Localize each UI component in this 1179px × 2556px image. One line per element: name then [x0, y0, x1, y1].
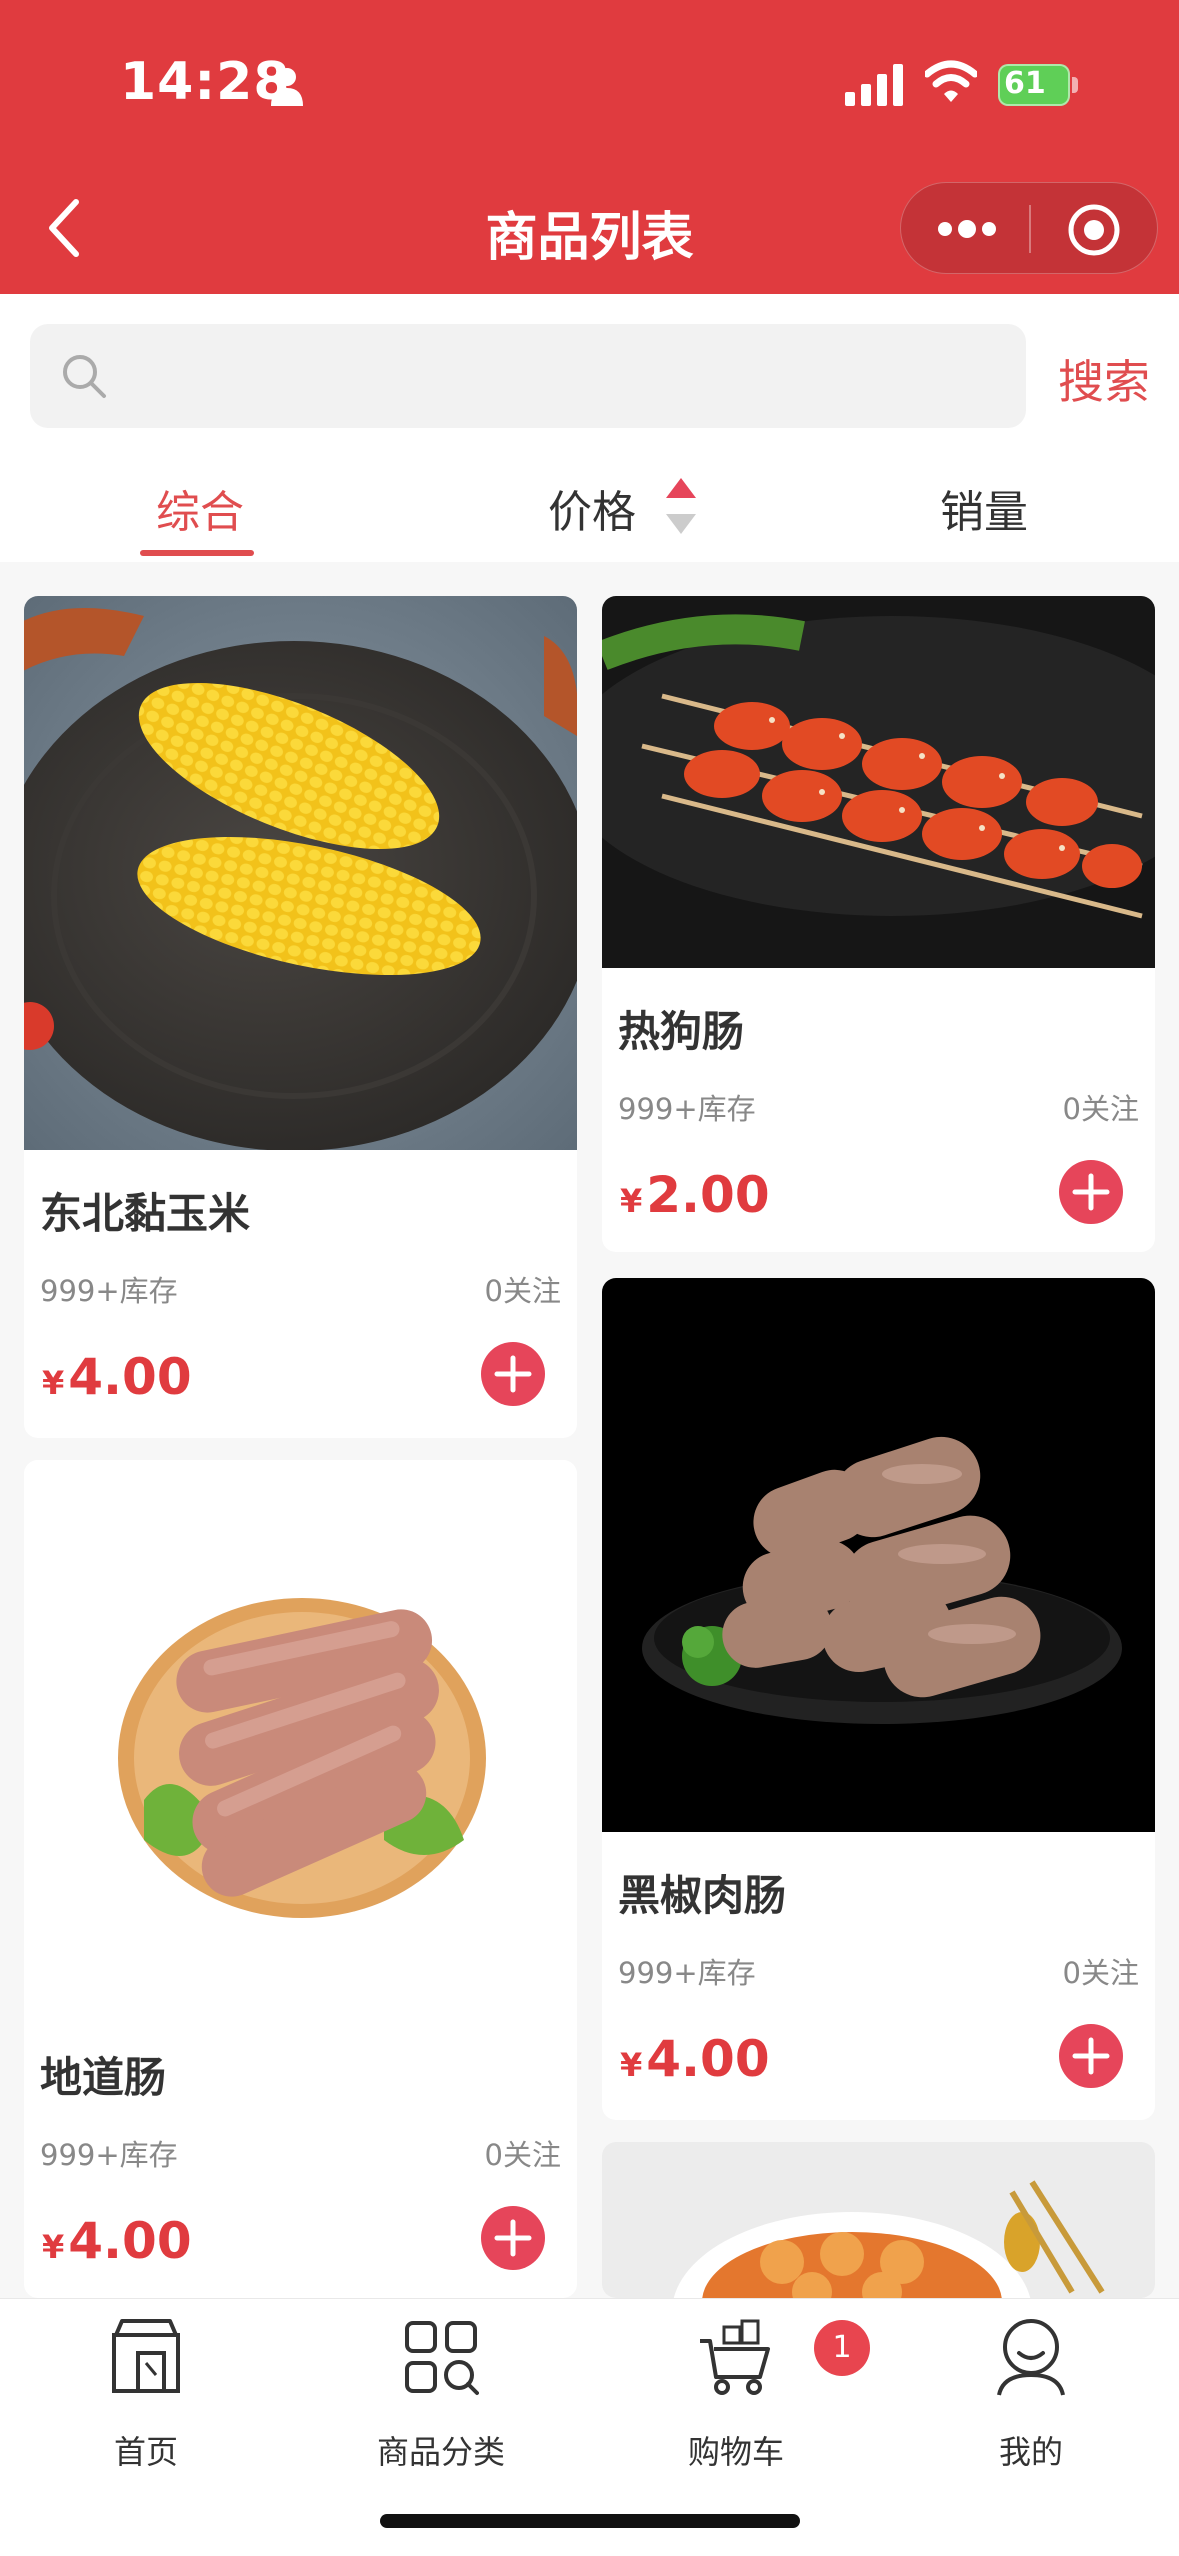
product-image-corn[interactable]	[24, 596, 577, 1150]
tabbar-item-home[interactable]: 首页	[46, 2317, 246, 2477]
price-value: 4.00	[68, 2212, 192, 2270]
product-image-sausage-plate[interactable]	[24, 1460, 577, 2014]
more-icon[interactable]	[937, 215, 997, 243]
product-follow-count: 0关注	[484, 1274, 561, 1308]
product-card[interactable]: 地道肠 999+库存 0关注 ¥4.00	[24, 1460, 577, 2298]
tabbar-item-category[interactable]: 商品分类	[341, 2317, 541, 2477]
product-follow-count: 0关注	[484, 2138, 561, 2172]
battery-level: 61	[1004, 66, 1046, 101]
plus-icon	[1072, 1173, 1110, 1211]
product-stock: 999+库存	[40, 1274, 178, 1308]
battery-indicator: 61	[998, 64, 1078, 106]
currency-symbol: ¥	[620, 2046, 643, 2084]
product-image-pepper-sausage[interactable]	[602, 1278, 1155, 1832]
signal-icon	[845, 64, 903, 106]
plus-icon	[494, 2219, 532, 2257]
search-box[interactable]	[30, 324, 1026, 428]
price-value: 2.00	[646, 1166, 770, 1224]
product-stock: 999+库存	[618, 1092, 756, 1126]
sort-arrows-icon[interactable]	[666, 478, 696, 534]
product-price: ¥4.00	[42, 1348, 192, 1406]
add-to-cart-button[interactable]	[481, 2206, 545, 2270]
search-area: 搜索 综合 价格 销量	[0, 294, 1179, 562]
price-value: 4.00	[68, 1348, 192, 1406]
search-input[interactable]	[126, 324, 1006, 428]
price-value: 4.00	[646, 2030, 770, 2088]
product-follow-count: 0关注	[1062, 1956, 1139, 1990]
tabbar-label: 我的	[998, 2433, 1063, 2471]
close-target-icon[interactable]	[1067, 203, 1121, 257]
tabbar-label: 商品分类	[376, 2433, 505, 2471]
product-card[interactable]	[602, 2142, 1155, 2298]
plus-icon	[1072, 2037, 1110, 2075]
mini-program-capsule	[900, 182, 1158, 274]
header: 14:28 61 商品列表	[0, 0, 1179, 294]
plus-icon	[494, 1355, 532, 1393]
currency-symbol: ¥	[620, 1182, 643, 1220]
product-price: ¥2.00	[620, 1166, 770, 1224]
user-icon	[997, 2319, 1065, 2396]
add-to-cart-button[interactable]	[1059, 2024, 1123, 2088]
tabbar-item-mine[interactable]: 我的	[931, 2317, 1131, 2477]
status-time: 14:28	[120, 52, 291, 112]
product-follow-count: 0关注	[1062, 1092, 1139, 1126]
tab-sales[interactable]: 销量	[940, 476, 1028, 540]
product-image-soup-bowl[interactable]	[602, 2142, 1155, 2298]
category-icon	[405, 2321, 479, 2395]
person-icon	[271, 68, 303, 106]
tab-price[interactable]: 价格	[548, 476, 636, 540]
wifi-icon	[925, 60, 977, 102]
home-indicator[interactable]	[380, 2514, 800, 2528]
tabbar-label: 首页	[113, 2433, 178, 2471]
product-name[interactable]: 黑椒肉肠	[618, 1862, 786, 1923]
currency-symbol: ¥	[42, 2228, 65, 2266]
product-stock: 999+库存	[40, 2138, 178, 2172]
search-button[interactable]: 搜索	[1058, 346, 1150, 412]
tabbar-label: 购物车	[687, 2433, 784, 2471]
tab-comprehensive[interactable]: 综合	[156, 476, 244, 540]
product-card[interactable]: 东北黏玉米 999+库存 0关注 ¥4.00	[24, 596, 577, 1438]
store-icon	[112, 2319, 180, 2393]
add-to-cart-button[interactable]	[481, 1342, 545, 1406]
search-icon	[63, 355, 106, 398]
tabbar-item-cart[interactable]: 购物车	[636, 2317, 836, 2477]
product-name[interactable]: 东北黏玉米	[40, 1180, 250, 1241]
cart-icon	[700, 2319, 770, 2395]
cart-count-badge: 1	[814, 2320, 870, 2376]
add-to-cart-button[interactable]	[1059, 1160, 1123, 1224]
product-price: ¥4.00	[620, 2030, 770, 2088]
product-card[interactable]: 热狗肠 999+库存 0关注 ¥2.00	[602, 596, 1155, 1252]
product-image-sausage-skewers[interactable]	[602, 596, 1155, 968]
active-tab-underline	[140, 550, 254, 556]
product-card[interactable]: 黑椒肉肠 999+库存 0关注 ¥4.00	[602, 1278, 1155, 2120]
product-stock: 999+库存	[618, 1956, 756, 1990]
product-name[interactable]: 地道肠	[40, 2044, 166, 2105]
currency-symbol: ¥	[42, 1364, 65, 1402]
product-price: ¥4.00	[42, 2212, 192, 2270]
product-name[interactable]: 热狗肠	[618, 998, 744, 1059]
